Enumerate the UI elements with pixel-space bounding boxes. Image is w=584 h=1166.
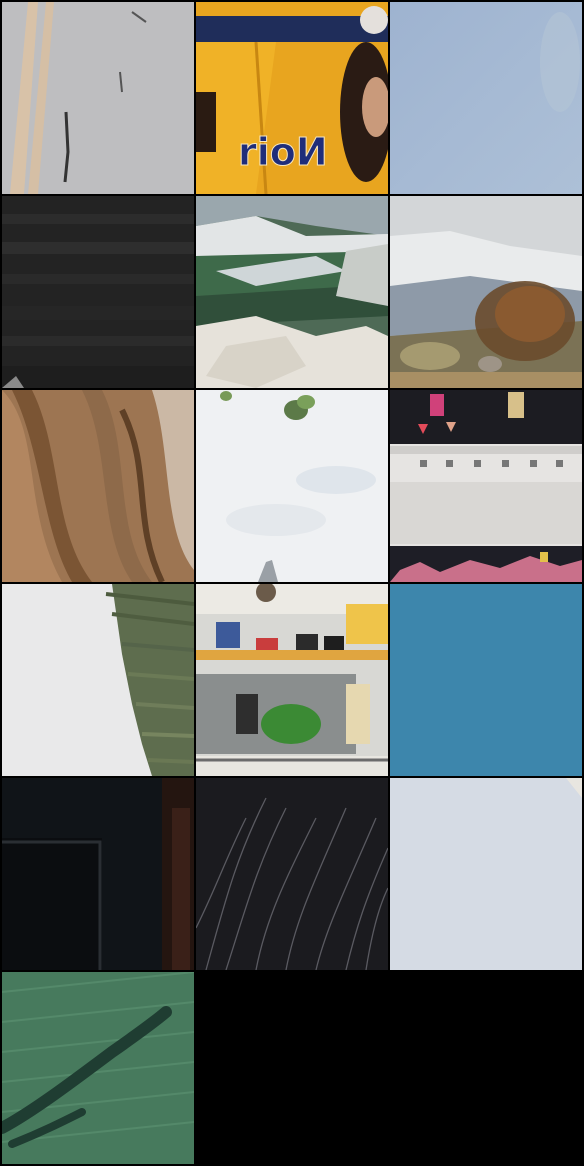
tile-white-sky-branch[interactable] <box>196 390 388 582</box>
image-grid: rioИ <box>0 0 584 1166</box>
tile-temple-prayer-flags[interactable] <box>196 584 388 776</box>
tile-green-grass-shadow[interactable] <box>2 972 194 1164</box>
tile-palm-frond[interactable] <box>2 584 194 776</box>
tile-mountain-shrub[interactable] <box>390 196 582 388</box>
jersey-text: rioИ <box>238 130 328 174</box>
tile-yellow-jersey-person[interactable]: rioИ <box>196 2 388 194</box>
tile-wood-grain[interactable] <box>2 390 194 582</box>
empty-area <box>196 972 584 1166</box>
tile-pale-sky[interactable] <box>390 778 582 970</box>
tile-solid-blue[interactable] <box>390 584 582 776</box>
tile-dark-fabric[interactable] <box>2 196 194 388</box>
tile-dark-grass[interactable] <box>196 778 388 970</box>
tile-mountain-valley[interactable] <box>196 196 388 388</box>
tile-building-prayer-flags[interactable] <box>390 390 582 582</box>
tile-blue-sky[interactable] <box>390 2 582 194</box>
tile-dark-door-frame[interactable] <box>2 778 194 970</box>
tile-road-lines[interactable] <box>2 2 194 194</box>
